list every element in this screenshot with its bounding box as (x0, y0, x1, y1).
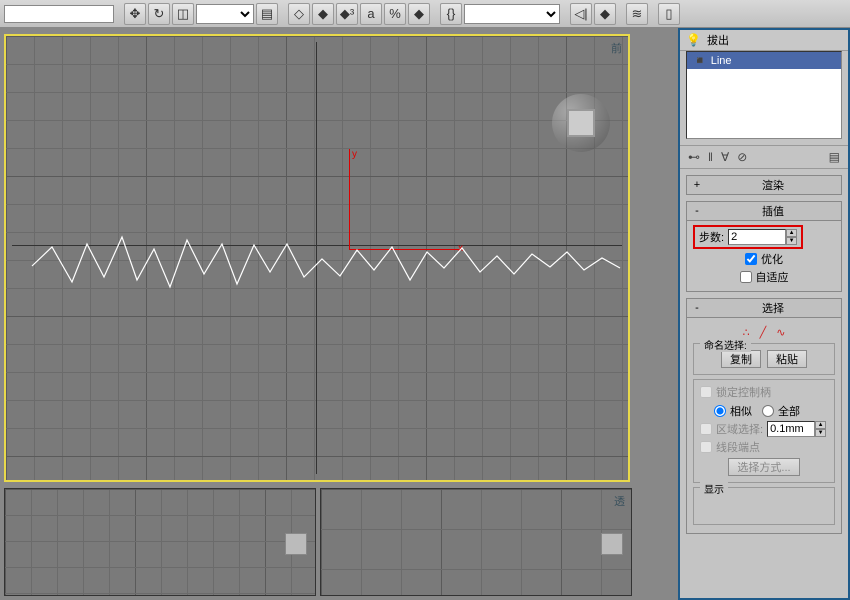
seg-end-checkbox (700, 441, 712, 453)
gizmo-x-axis (349, 249, 459, 250)
plus-icon: + (691, 179, 703, 191)
adaptive-label: 自适应 (756, 269, 789, 285)
lock-handles-label: 锁定控制柄 (716, 384, 771, 400)
modifier-item[interactable]: ◾Line (687, 52, 841, 69)
steps-spinner[interactable]: ▲▼ (728, 229, 797, 245)
group-title: 命名选择: (700, 337, 751, 352)
copy-button[interactable]: 复制 (721, 350, 761, 368)
snap-angle-icon[interactable]: ◆³ (336, 3, 358, 25)
name-input[interactable] (4, 5, 114, 23)
rollout-title: 插值 (709, 203, 837, 219)
area-input[interactable] (767, 421, 815, 437)
display-group: 显示 (693, 487, 835, 525)
viewport-label: 前 (611, 40, 622, 56)
snap-abc-icon[interactable]: ◆ (408, 3, 430, 25)
all-radio[interactable] (762, 405, 774, 417)
gizmo-y-axis (349, 149, 350, 249)
bulb-icon[interactable]: 💡 (686, 33, 701, 47)
spline-line (12, 42, 632, 482)
steps-label: 步数: (699, 229, 724, 245)
minus-icon: - (691, 302, 703, 314)
rollout-render: + 渲染 (686, 175, 842, 195)
steps-input[interactable] (728, 229, 786, 245)
stack-toolbar: ⊷ ‖ ∀ ⊘ ▤ (680, 145, 848, 169)
prev-icon[interactable]: ◁| (570, 3, 592, 25)
lock-handles-checkbox (700, 386, 712, 398)
similar-radio[interactable] (714, 405, 726, 417)
stack-show-icon[interactable]: ∀ (721, 150, 729, 164)
viewcube-face-icon (567, 109, 595, 137)
area-spinner[interactable]: ▲▼ (767, 421, 826, 437)
rollout-interpolation: - 插值 步数: ▲▼ 优化 自适应 (686, 201, 842, 292)
optimize-checkbox[interactable] (745, 253, 757, 265)
stack-more-icon[interactable]: ▤ (829, 150, 840, 164)
scale-icon[interactable]: ◫ (172, 3, 194, 25)
selection-set-select[interactable]: 创建选择集 (464, 4, 560, 24)
gizmo-label-y: y (352, 149, 357, 160)
stack-remove-icon[interactable]: ⊘ (737, 150, 747, 164)
spline-icon[interactable]: ∿ (776, 326, 785, 339)
stack-config-icon[interactable]: ‖ (708, 150, 713, 164)
layers-icon[interactable]: ▤ (256, 3, 278, 25)
gizmo-label-x: x (458, 243, 463, 254)
viewport-bottom-left[interactable] (4, 488, 316, 596)
segment-icon[interactable]: ╱ (760, 326, 767, 339)
area-select-checkbox (700, 423, 712, 435)
optimize-label: 优化 (761, 251, 783, 267)
adaptive-checkbox[interactable] (740, 271, 752, 283)
viewport-area: 前 // placeholder, real grid drawn below … (0, 28, 678, 600)
rollout-title: 选择 (709, 300, 837, 316)
viewport-label: 透 (614, 493, 625, 509)
spinner-down-icon[interactable]: ▼ (815, 429, 826, 437)
minus-icon: - (691, 205, 703, 217)
named-selection-group: 命名选择: 复制 粘贴 (693, 343, 835, 375)
panel-title: 拔出 (707, 32, 729, 48)
modifier-stack[interactable]: ◾Line (686, 51, 842, 139)
viewcube[interactable] (552, 94, 610, 152)
view-select[interactable]: 视图 (196, 4, 254, 24)
spinner-down-icon[interactable]: ▼ (786, 237, 797, 245)
snap-percent-icon[interactable]: % (384, 3, 406, 25)
snap-a-icon[interactable]: a (360, 3, 382, 25)
panel-header: 💡 拔出 (680, 30, 848, 51)
spinner-up-icon[interactable]: ▲ (786, 229, 797, 237)
steps-highlight: 步数: ▲▼ (693, 225, 803, 249)
snap-3d-icon[interactable]: ◆ (312, 3, 334, 25)
rollout-selection: - 选择 ∴ ╱ ∿ 命名选择: 复制 粘贴 锁定控制柄 (686, 298, 842, 534)
rotate-icon[interactable]: ↻ (148, 3, 170, 25)
move-icon[interactable]: ✥ (124, 3, 146, 25)
layer-manager-icon[interactable]: ≋ (626, 3, 648, 25)
mirror-icon[interactable]: {} (440, 3, 462, 25)
eraser-icon[interactable]: ◆ (594, 3, 616, 25)
main-toolbar: ✥ ↻ ◫ 视图 ▤ ◇ ◆ ◆³ a % ◆ {} 创建选择集 ◁| ◆ ≋ … (0, 0, 850, 28)
rollout-title: 渲染 (709, 177, 837, 193)
select-mode-button: 选择方式... (728, 458, 799, 476)
axis-y (316, 42, 317, 474)
group-title: 显示 (700, 481, 728, 496)
axis-x (12, 245, 622, 246)
modifier-panel: 💡 拔出 ◾Line ⊷ ‖ ∀ ⊘ ▤ + 渲染 - 插值 (678, 28, 850, 600)
lock-handles-group: 锁定控制柄 相似 全部 区域选择: ▲▼ 线段端点 选择方式... (693, 379, 835, 483)
paste-button[interactable]: 粘贴 (767, 350, 807, 368)
viewport-top[interactable]: 前 // placeholder, real grid drawn below … (4, 34, 630, 482)
spinner-up-icon[interactable]: ▲ (815, 421, 826, 429)
pin-icon[interactable]: ⊷ (688, 150, 700, 164)
viewcube-mini[interactable] (601, 533, 623, 555)
viewcube-mini[interactable] (285, 533, 307, 555)
extra-icon[interactable]: ▯ (658, 3, 680, 25)
snap-toggle-icon[interactable]: ◇ (288, 3, 310, 25)
viewport-bottom-right[interactable]: 透 (320, 488, 632, 596)
